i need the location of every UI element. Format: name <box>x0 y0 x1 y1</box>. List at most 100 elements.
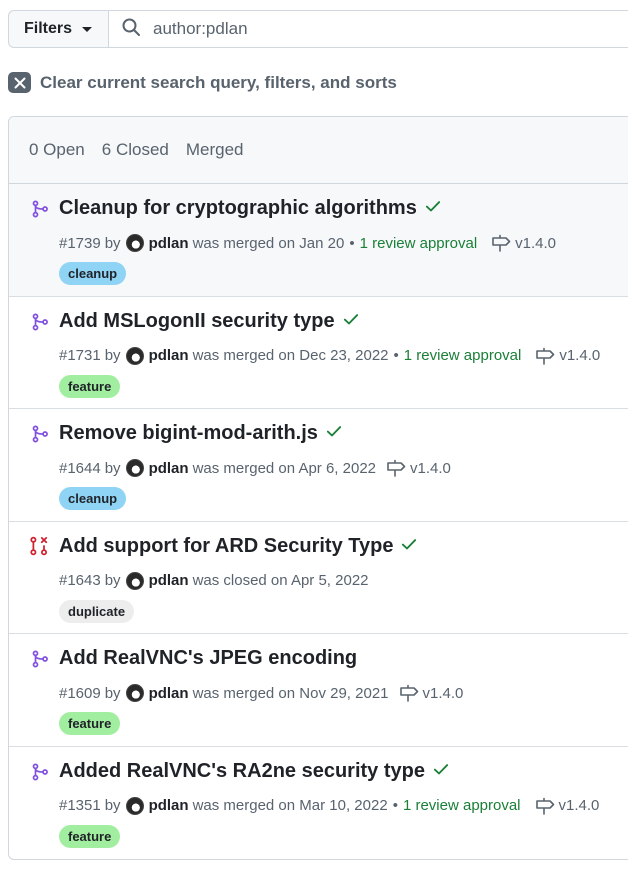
pull-request-title[interactable]: Add MSLogonII security type <box>59 310 335 333</box>
git-merge-icon <box>31 425 49 448</box>
label-feature[interactable]: feature <box>59 824 121 848</box>
tab-merged[interactable]: Merged <box>186 140 244 160</box>
check-icon[interactable] <box>424 197 442 220</box>
pull-request-meta: #1644 by pdlan was merged on Apr 6, 2022… <box>59 459 451 477</box>
status-text: was merged on Jan 20 <box>192 234 345 252</box>
pull-request-row: Added RealVNC's RA2ne security type #135… <box>9 747 628 860</box>
pull-request-title[interactable]: Add support for ARD Security Type <box>59 535 393 558</box>
milestone-label: v1.4.0 <box>558 797 600 814</box>
title-line: Added RealVNC's RA2ne security type <box>59 760 450 783</box>
title-line: Add RealVNC's JPEG encoding <box>59 647 357 670</box>
milestone-link[interactable]: v1.4.0 <box>491 234 556 252</box>
milestone-icon <box>491 234 511 252</box>
milestone-icon <box>535 347 555 365</box>
git-pull-request-closed-icon <box>29 536 49 561</box>
pull-request-title[interactable]: Cleanup for cryptographic algorithms <box>59 197 417 220</box>
milestone-label: v1.4.0 <box>559 347 601 364</box>
author-link[interactable]: pdlan <box>149 235 189 252</box>
x-icon <box>8 72 31 93</box>
review-approval-link[interactable]: 1 review approval <box>360 235 478 252</box>
filters-label: Filters <box>24 20 73 37</box>
milestone-link[interactable]: v1.4.0 <box>535 347 600 365</box>
status-text: was merged on Nov 29, 2021 <box>192 684 389 702</box>
label-cleanup[interactable]: cleanup <box>59 262 127 285</box>
avatar[interactable] <box>125 571 144 590</box>
pull-request-list: 0 Open 6 Closed Merged Cleanup for crypt… <box>8 116 628 860</box>
status-text: was merged on Dec 23, 2022 <box>192 347 389 364</box>
status-text: was closed on Apr 5, 2022 <box>192 572 369 589</box>
filters-button[interactable]: Filters <box>8 10 109 48</box>
title-line: Remove bigint-mod-arith.js <box>59 422 343 445</box>
label-cleanup[interactable]: cleanup <box>59 487 127 510</box>
milestone-label: v1.4.0 <box>515 234 557 252</box>
git-merge-icon <box>31 313 49 336</box>
by-text: by <box>104 234 121 252</box>
pull-request-row: Add MSLogonII security type #1731 by pdl… <box>9 297 628 409</box>
pull-request-number: #1739 <box>59 234 101 252</box>
tab-open[interactable]: 0 Open <box>29 140 85 160</box>
search-icon <box>121 17 141 42</box>
by-text: by <box>104 572 121 589</box>
status-text: was merged on Apr 6, 2022 <box>192 459 377 477</box>
author-link[interactable]: pdlan <box>149 797 189 814</box>
author-link[interactable]: pdlan <box>149 685 189 702</box>
pull-request-title[interactable]: Add RealVNC's JPEG encoding <box>59 647 357 670</box>
pull-request-number: #1644 <box>59 459 101 477</box>
title-line: Add support for ARD Security Type <box>59 535 418 558</box>
pull-request-meta: #1609 by pdlan was merged on Nov 29, 202… <box>59 684 463 702</box>
filter-bar: Filters <box>8 10 628 50</box>
label-feature[interactable]: feature <box>59 712 121 735</box>
review-approval-link[interactable]: 1 review approval <box>404 347 522 364</box>
milestone-icon <box>535 797 555 815</box>
pull-request-number: #1609 <box>59 684 101 702</box>
milestone-link[interactable]: v1.4.0 <box>399 684 464 702</box>
title-line: Add MSLogonII security type <box>59 310 360 333</box>
author-link[interactable]: pdlan <box>149 347 189 364</box>
list-header: 0 Open 6 Closed Merged <box>9 117 628 184</box>
avatar[interactable] <box>125 346 144 365</box>
pull-request-meta: #1739 by pdlan was merged on Jan 20 • 1 r… <box>59 234 556 252</box>
milestone-link[interactable]: v1.4.0 <box>535 797 600 815</box>
triangle-down-icon <box>82 26 93 32</box>
pull-request-rows: Cleanup for cryptographic algorithms #17… <box>9 184 628 859</box>
by-text: by <box>104 347 121 364</box>
avatar[interactable] <box>125 796 144 815</box>
check-icon[interactable] <box>400 535 418 558</box>
author-link[interactable]: pdlan <box>149 572 189 589</box>
pull-request-number: #1643 <box>59 572 101 589</box>
status-text: was merged on Mar 10, 2022 <box>192 797 388 814</box>
pull-request-number: #1351 <box>59 797 101 814</box>
avatar[interactable] <box>125 459 144 477</box>
pull-request-number: #1731 <box>59 347 101 364</box>
search-input[interactable] <box>151 18 555 40</box>
pull-request-row: Add RealVNC's JPEG encoding #1609 by pdl… <box>9 634 628 747</box>
milestone-icon <box>399 684 419 702</box>
clear-filters-label: Clear current search query, filters, and… <box>40 72 397 92</box>
by-text: by <box>104 684 121 702</box>
avatar[interactable] <box>125 234 144 252</box>
author-link[interactable]: pdlan <box>149 460 189 477</box>
check-icon[interactable] <box>342 310 360 333</box>
search-box[interactable] <box>108 10 628 48</box>
pull-request-title[interactable]: Remove bigint-mod-arith.js <box>59 422 318 445</box>
label-feature[interactable]: feature <box>59 374 121 398</box>
label-duplicate[interactable]: duplicate <box>59 599 135 623</box>
by-text: by <box>104 797 121 814</box>
pull-request-row: Cleanup for cryptographic algorithms #17… <box>9 184 628 297</box>
pull-request-title[interactable]: Added RealVNC's RA2ne security type <box>59 760 425 783</box>
check-icon[interactable] <box>325 422 343 445</box>
git-merge-icon <box>31 200 49 223</box>
by-text: by <box>104 459 121 477</box>
title-line: Cleanup for cryptographic algorithms <box>59 197 442 220</box>
git-merge-icon <box>31 763 49 786</box>
review-approval-link[interactable]: 1 review approval <box>403 797 521 814</box>
clear-filters-link[interactable]: Clear current search query, filters, and… <box>8 72 397 93</box>
tab-closed[interactable]: 6 Closed <box>102 140 169 160</box>
separator-dot: • <box>393 347 399 364</box>
check-icon[interactable] <box>432 760 450 783</box>
milestone-link[interactable]: v1.4.0 <box>386 459 451 477</box>
milestone-label: v1.4.0 <box>422 684 464 702</box>
pull-request-row: Remove bigint-mod-arith.js #1644 by pdla… <box>9 409 628 522</box>
avatar[interactable] <box>125 684 144 702</box>
pull-request-meta: #1643 by pdlan was closed on Apr 5, 2022 <box>59 571 369 590</box>
